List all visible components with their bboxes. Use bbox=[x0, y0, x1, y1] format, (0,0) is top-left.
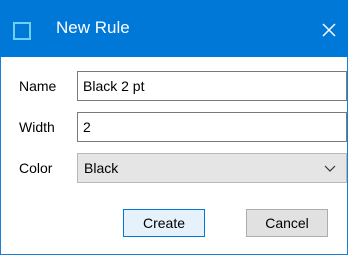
close-icon bbox=[322, 23, 336, 37]
cancel-button[interactable]: Cancel bbox=[246, 209, 328, 237]
name-input[interactable] bbox=[78, 72, 346, 100]
width-input[interactable] bbox=[78, 113, 346, 141]
close-button[interactable] bbox=[316, 17, 342, 43]
color-selected-value: Black bbox=[84, 160, 119, 176]
width-label: Width bbox=[19, 119, 55, 135]
name-field[interactable] bbox=[77, 71, 347, 101]
app-window-icon bbox=[13, 22, 31, 40]
color-label: Color bbox=[19, 160, 53, 176]
width-field[interactable] bbox=[77, 112, 347, 142]
chevron-down-icon bbox=[324, 165, 336, 172]
create-button[interactable]: Create bbox=[123, 209, 205, 237]
title-bar[interactable]: New Rule bbox=[0, 0, 348, 57]
dialog-title: New Rule bbox=[56, 18, 130, 37]
color-select[interactable]: Black bbox=[77, 153, 347, 183]
name-label: Name bbox=[19, 78, 57, 94]
new-rule-dialog: New Rule Name Width Color Black Create C… bbox=[0, 0, 348, 255]
